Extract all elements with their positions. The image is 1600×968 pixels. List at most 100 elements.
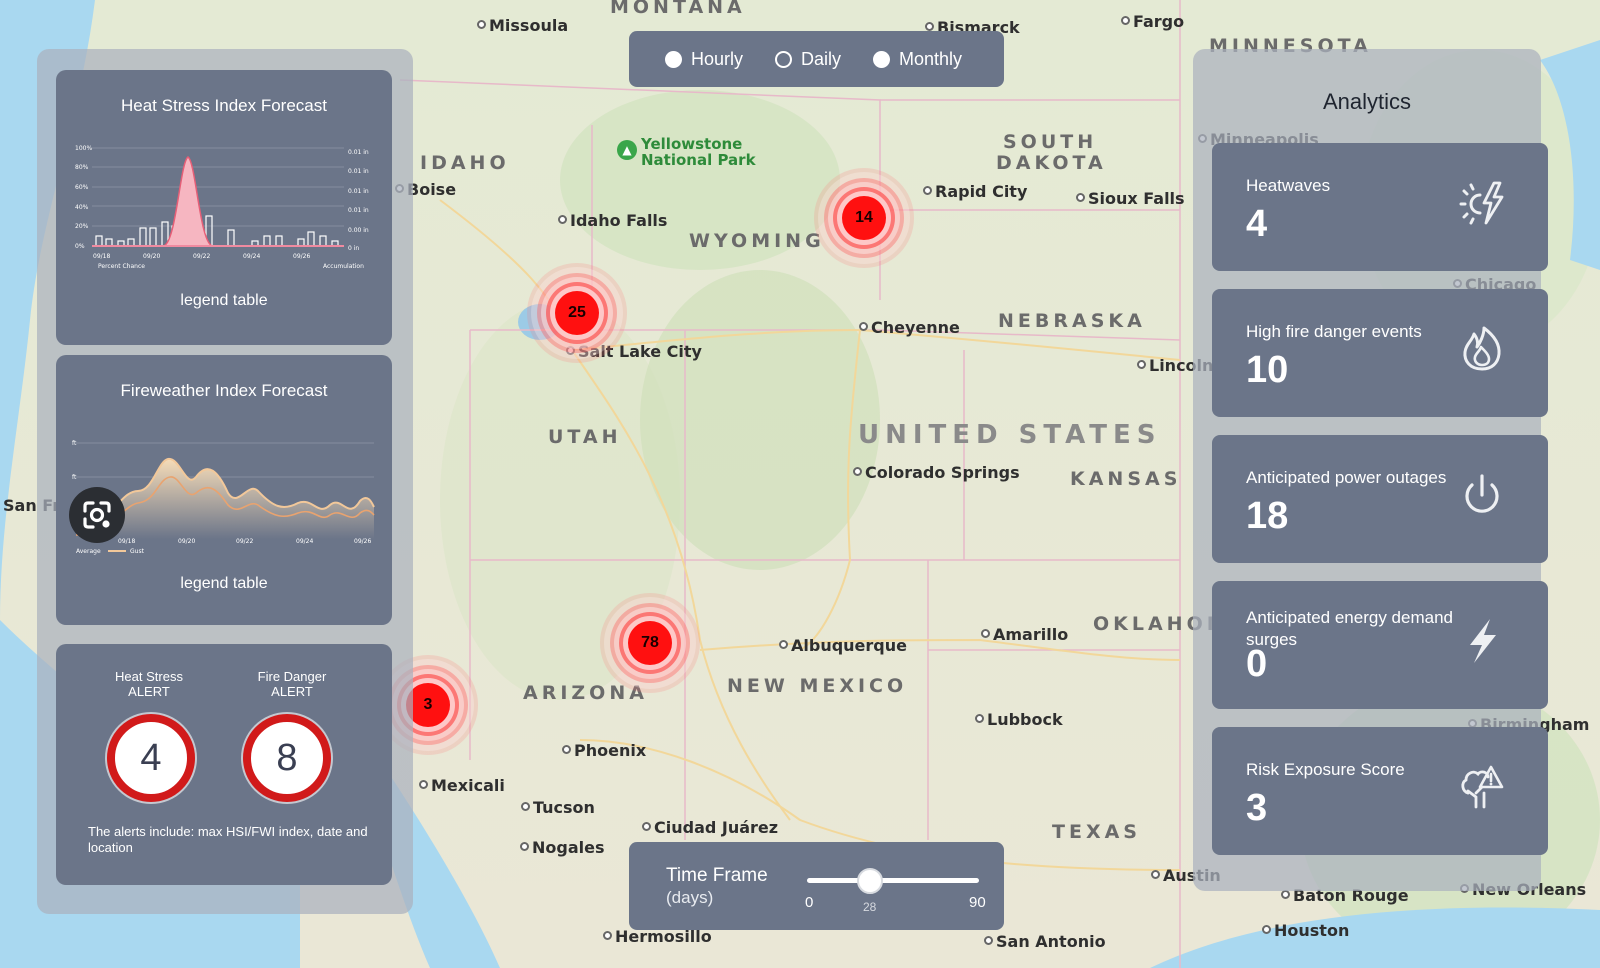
radio-monthly-circle[interactable] (873, 50, 891, 68)
city-dot (925, 22, 934, 31)
city-dot (1121, 16, 1130, 25)
cluster-marker[interactable]: 25 (555, 291, 599, 335)
fire-alert-sub: ALERT (271, 684, 313, 699)
city-label: Ciudad Juárez (654, 818, 779, 837)
heat-y-right-3: 0.01 in (348, 188, 369, 195)
state-label: NEW MEXICO (727, 675, 908, 697)
heat-x-tick-3: 09/22 (193, 253, 210, 260)
state-label: KANSAS (1070, 468, 1182, 490)
city-label: Missoula (489, 16, 569, 35)
fire-x-tick-3: 09/22 (236, 538, 253, 545)
heat-alert-badge[interactable]: 4 (107, 714, 195, 802)
fire-alert-badge[interactable]: 8 (243, 714, 331, 802)
city-dot (984, 936, 993, 945)
radio-monthly-label: Monthly (899, 48, 963, 69)
city-dot (1262, 925, 1271, 934)
fire-chart-title: Fireweather Index Forecast (120, 381, 328, 400)
time-resolution-toggle: Hourly Daily Monthly (629, 31, 1004, 87)
city-dot (981, 629, 990, 638)
fire-alert-title: Fire Danger (257, 669, 327, 684)
timeframe-max: 90 (969, 894, 986, 911)
city-dot (558, 215, 567, 224)
heat-stress-chart: 100% 80% 60% 40% 20% 0% 0.01 in 0.01 in … (75, 145, 369, 270)
heat-y-right-4: 0.01 in (348, 207, 369, 214)
metric-label: High fire danger events (1246, 322, 1422, 341)
city-dot (1151, 870, 1160, 879)
city-dot (520, 842, 529, 851)
fire-x-tick-5: 09/26 (354, 538, 371, 545)
city-dot (521, 802, 530, 811)
city-label: Boise (407, 180, 457, 199)
svg-text:ft: ft (72, 440, 77, 447)
state-label: UTAH (548, 426, 622, 448)
forecast-panel: Heat Stress Index Forecast 100% 80% 60% … (37, 49, 413, 914)
heat-y-right-1: 0.01 in (348, 149, 369, 156)
fire-legend-table[interactable]: legend table (56, 575, 392, 593)
city-label: Houston (1274, 921, 1350, 940)
radio-hourly-label: Hourly (691, 48, 744, 69)
heat-legend-table[interactable]: legend table (56, 292, 392, 310)
heat-x-tick-2: 09/20 (143, 253, 160, 260)
park-label: Yellowstone National Park (641, 135, 756, 169)
heat-legend-right: Accumulation (323, 263, 364, 270)
heat-alert-sub: ALERT (128, 684, 170, 699)
metric-value: 3 (1246, 787, 1268, 829)
sun-bolt-icon (1459, 181, 1504, 225)
radio-daily[interactable]: Daily (775, 49, 841, 70)
timeframe-min: 0 (805, 894, 814, 911)
city-label: Idaho Falls (570, 211, 668, 230)
heat-y-right-2: 0.01 in (348, 168, 369, 175)
city-dot (1137, 360, 1146, 369)
metric-label: Heatwaves (1246, 176, 1331, 195)
state-label: ARIZONA (523, 682, 648, 704)
state-label: TEXAS (1052, 821, 1141, 843)
analytics-panel: Analytics Heatwaves 4 High fire danger e… (1193, 49, 1548, 891)
state-label: WYOMING (689, 230, 825, 252)
radio-monthly[interactable]: Monthly (873, 49, 962, 70)
city-label: Amarillo (993, 625, 1069, 644)
metric-value: 4 (1246, 203, 1268, 245)
city-dot (975, 714, 984, 723)
park-tree-icon: ▲ (617, 140, 637, 160)
heat-stress-card: Heat Stress Index Forecast 100% 80% 60% … (56, 70, 392, 345)
screenshot-search-button[interactable] (69, 487, 125, 543)
state-label: NEBRASKA (998, 310, 1146, 332)
metric-value: 10 (1246, 349, 1289, 391)
city-dot (566, 346, 575, 355)
radio-daily-label: Daily (801, 48, 842, 69)
metric-risk-score[interactable]: Risk Exposure Score 3 (1212, 727, 1548, 855)
radio-daily-circle[interactable] (775, 50, 793, 68)
alerts-note: The alerts include: max HSI/FWI index, d… (88, 824, 368, 855)
heat-y-left-4: 40% (75, 204, 89, 211)
metric-fire-events[interactable]: High fire danger events 10 (1212, 289, 1548, 417)
cluster-marker[interactable]: 78 (628, 621, 672, 665)
heat-y-left-3: 60% (75, 184, 89, 191)
metric-energy-surges[interactable]: Anticipated energy demand surges 0 (1212, 581, 1548, 709)
lightning-icon (1470, 619, 1496, 663)
city-label: San Antonio (996, 932, 1106, 951)
city-label: Mexicali (431, 776, 505, 795)
metric-power-outages[interactable]: Anticipated power outages 18 (1212, 435, 1548, 563)
city-label: Tucson (533, 798, 595, 817)
timeframe-label: Time Frame (666, 865, 768, 886)
heat-y-right-6: 0 in (348, 245, 359, 252)
radio-hourly-circle[interactable] (665, 50, 682, 68)
cluster-marker[interactable]: 14 (842, 196, 886, 240)
timeframe-slider-thumb[interactable] (857, 868, 883, 894)
metric-heatwaves[interactable]: Heatwaves 4 (1212, 143, 1548, 271)
power-icon (1465, 474, 1499, 513)
city-label: Colorado Springs (865, 463, 1020, 482)
timeframe-slider-track[interactable] (807, 878, 979, 883)
timeframe-control: Time Frame (days) 0 28 90 (629, 842, 1004, 930)
city-dot (419, 780, 428, 789)
metric-label: Anticipated power outages (1246, 468, 1447, 487)
city-dot (1076, 193, 1085, 202)
city-label: Nogales (532, 838, 605, 857)
heat-legend-left: Percent Chance (98, 263, 145, 270)
lens-icon (83, 501, 111, 529)
heat-alert-title: Heat Stress (115, 669, 183, 684)
state-label: MONTANA (610, 0, 746, 18)
radio-hourly[interactable]: Hourly (665, 49, 743, 70)
heat-x-tick-5: 09/26 (293, 253, 310, 260)
state-label: SOUTH (1003, 131, 1098, 153)
